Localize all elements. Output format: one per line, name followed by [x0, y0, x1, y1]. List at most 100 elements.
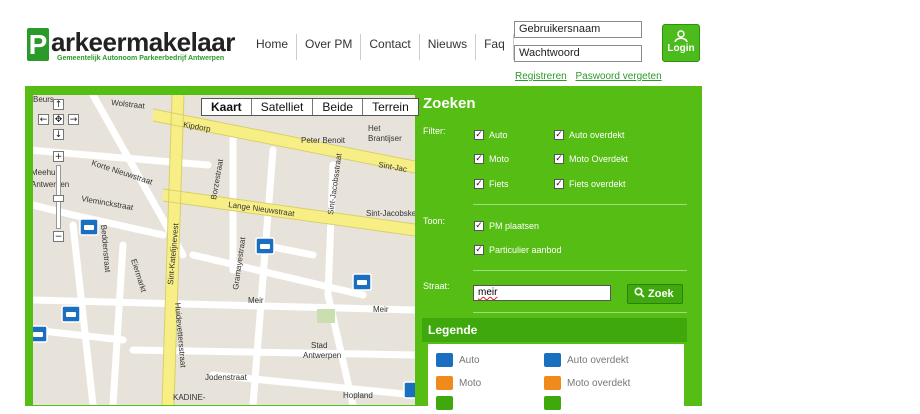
filter-auto-label: Auto [489, 130, 508, 140]
filter-auto-overdekt[interactable]: ✓ Auto overdekt [554, 130, 625, 140]
pan-down-icon[interactable]: ↓ [53, 129, 64, 140]
map-type-terrein[interactable]: Terrein [363, 99, 418, 115]
filter-auto[interactable]: ✓ Auto [474, 130, 508, 140]
covered-bike-icon [544, 396, 561, 410]
logo-subtitle: Gemeentelijk Autonoom Parkeerbedrijf Ant… [57, 55, 225, 62]
toon-label: Toon: [423, 216, 446, 226]
map-label: Meir [373, 305, 389, 314]
filter-label: Filter: [423, 126, 446, 136]
user-icon [674, 30, 688, 42]
map-label: Stad [311, 341, 327, 350]
divider [473, 312, 687, 313]
checkbox-checked-icon: ✓ [554, 154, 564, 164]
main-nav: Home Over PM Contact Nieuws Faq [248, 34, 514, 60]
nav-home[interactable]: Home [248, 34, 298, 60]
map-label: Sint-Jacobsker [366, 209, 415, 218]
zoom-in-icon[interactable]: + [53, 151, 64, 162]
map-label: Brantijser [368, 134, 402, 143]
checkbox-checked-icon: ✓ [474, 221, 484, 231]
filter-fiets[interactable]: ✓ Fiets [474, 179, 509, 189]
map-type-beide[interactable]: Beide [313, 99, 364, 115]
legend-auto: Auto [436, 353, 480, 367]
map-label: Antwerpen [303, 351, 341, 360]
filter-fiets-overdekt[interactable]: ✓ Fiets overdekt [554, 179, 626, 189]
map-label: Het [368, 124, 381, 133]
nav-faq[interactable]: Faq [476, 34, 514, 60]
password-field[interactable]: Wachtwoord [514, 45, 642, 62]
checkbox-checked-icon: ✓ [554, 130, 564, 140]
checkbox-checked-icon: ✓ [474, 130, 484, 140]
filter-moto-overdekt-label: Moto Overdekt [569, 154, 629, 164]
parking-marker[interactable] [61, 305, 81, 323]
legend-moto-overdekt-label: Moto overdekt [567, 377, 631, 389]
filter-auto-overdekt-label: Auto overdekt [569, 130, 625, 140]
straat-label: Straat: [423, 281, 450, 291]
map-type-kaart[interactable]: Kaart [202, 99, 252, 115]
legend-fiets-overdekt-partial [544, 396, 567, 410]
legend-moto-label: Moto [459, 377, 482, 389]
divider [473, 270, 687, 271]
login-button-label: Login [667, 43, 695, 54]
checkbox-checked-icon: ✓ [474, 154, 484, 164]
map-label: Antwerpen [33, 180, 69, 189]
parking-marker[interactable] [352, 273, 372, 291]
map[interactable]: Beurs Wolstraat Kipdorp Peter Benoit Het… [33, 95, 415, 405]
logo-mark: P [27, 28, 49, 61]
map-canvas: Beurs Wolstraat Kipdorp Peter Benoit Het… [33, 95, 415, 405]
toon-particulier-aanbod[interactable]: ✓ Particulier aanbod [474, 245, 562, 255]
nav-over-pm[interactable]: Over PM [297, 34, 362, 60]
legend-moto-overdekt: Moto overdekt [544, 376, 630, 390]
map-type-selector: Kaart Satelliet Beide Terrein [201, 98, 419, 116]
checkbox-checked-icon: ✓ [474, 179, 484, 189]
map-label: Hopland [343, 391, 373, 400]
bike-icon [436, 396, 453, 410]
map-label: Peter Benoit [301, 136, 346, 145]
parking-marker[interactable] [79, 218, 99, 236]
nav-contact[interactable]: Contact [361, 34, 420, 60]
parking-marker[interactable] [255, 237, 275, 255]
filter-moto-label: Moto [489, 154, 510, 164]
legend-auto-overdekt: Auto overdekt [544, 353, 629, 367]
filter-fiets-label: Fiets [489, 179, 509, 189]
motorbike-icon [436, 376, 453, 390]
zoom-slider-handle[interactable] [53, 195, 64, 202]
toon-pm-plaatsen[interactable]: ✓ PM plaatsen [474, 221, 539, 231]
pan-center-icon[interactable]: ✥ [53, 114, 64, 125]
map-label: Meir [248, 296, 264, 305]
zoek-button[interactable]: Zoek [627, 284, 683, 304]
covered-car-icon [544, 353, 561, 367]
pan-left-icon[interactable]: ← [38, 114, 49, 125]
search-title: Zoeken [423, 95, 476, 112]
legende-title: Legende [422, 318, 687, 342]
checkbox-checked-icon: ✓ [474, 245, 484, 255]
logo-name: arkeermakelaar [51, 27, 235, 57]
login-links: Registreren Paswoord vergeten [515, 71, 668, 82]
filter-moto[interactable]: ✓ Moto [474, 154, 509, 164]
toon-pm-plaatsen-label: PM plaatsen [489, 221, 540, 231]
straat-input-value: meir [478, 287, 498, 298]
parking-marker[interactable] [33, 325, 48, 343]
map-label: Beurs [33, 95, 54, 104]
zoom-out-icon[interactable]: − [53, 231, 64, 242]
filter-moto-overdekt[interactable]: ✓ Moto Overdekt [554, 154, 628, 164]
legend-moto: Moto [436, 376, 481, 390]
checkbox-checked-icon: ✓ [554, 179, 564, 189]
parking-marker[interactable] [403, 381, 415, 399]
forgot-password-link[interactable]: Paswoord vergeten [575, 71, 661, 82]
search-icon [634, 287, 645, 298]
straat-input[interactable]: meir [473, 285, 611, 301]
nav-nieuws[interactable]: Nieuws [420, 34, 477, 60]
username-field[interactable]: Gebruikersnaam [514, 21, 642, 38]
car-icon [436, 353, 453, 367]
zoek-button-label: Zoek [648, 288, 674, 300]
toon-particulier-aanbod-label: Particulier aanbod [489, 245, 562, 255]
login-button[interactable]: Login [662, 24, 700, 62]
map-type-satelliet[interactable]: Satelliet [252, 99, 314, 115]
map-label: KADINE- [173, 393, 206, 402]
legend-auto-label: Auto [459, 354, 480, 366]
register-link[interactable]: Registreren [515, 71, 567, 82]
legend-auto-overdekt-label: Auto overdekt [567, 354, 629, 366]
filter-fiets-overdekt-label: Fiets overdekt [569, 179, 626, 189]
pan-right-icon[interactable]: → [68, 114, 79, 125]
pan-up-icon[interactable]: ↑ [53, 99, 64, 110]
